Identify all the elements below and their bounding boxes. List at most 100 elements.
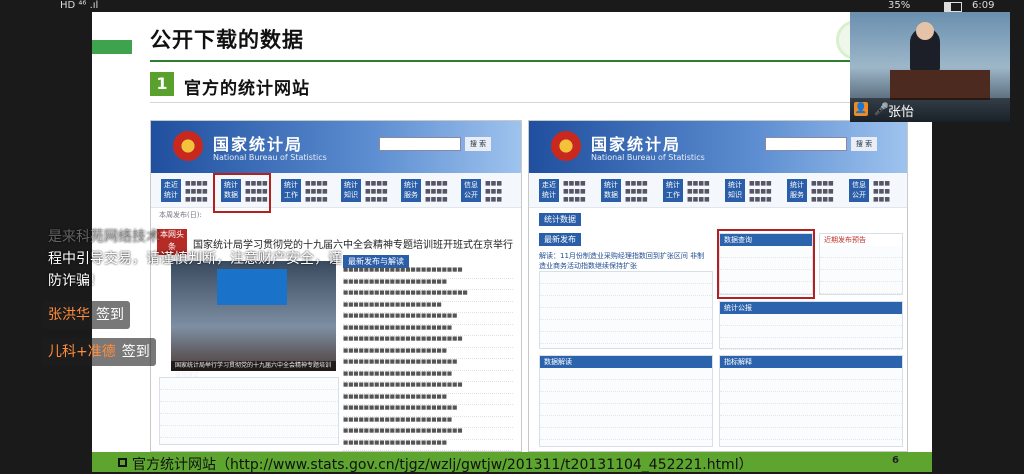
nav-sublinks: ■■■■ ■■■■ ■■■■ (305, 180, 328, 203)
list-item (540, 320, 712, 332)
title-divider (150, 60, 910, 62)
nav-sublinks: ■■■■ ■■■■ ■■■■ (425, 180, 448, 203)
site-name-en: National Bureau of Statistics (591, 153, 705, 162)
checkbox-bullet-icon (118, 458, 127, 467)
list-item (720, 392, 902, 404)
recent-release-title: 近期发布预告 (820, 234, 902, 246)
list-item (540, 332, 712, 344)
battery-level (945, 3, 951, 11)
presenter-name: 张怡 (888, 105, 915, 120)
clock: 6:09 (972, 0, 995, 11)
list-item (820, 246, 902, 258)
national-emblem-icon (551, 131, 581, 161)
list-item (160, 414, 338, 426)
tab-stats-data: 统计数据 (539, 213, 581, 226)
list-item: ■■■■■■■■■■■■■■■■■■■■■ (343, 371, 513, 382)
list-item (720, 314, 902, 326)
nav-item: 信息公开 (849, 179, 869, 202)
list-item: ■■■■■■■■■■■■■■■■■■■■■■■ (343, 428, 513, 440)
video-name-bar: 👤 🎤 张怡 (850, 98, 1010, 122)
nav-item: 信息公开 (461, 179, 481, 202)
data-interp-panel: 数据解读 (539, 355, 713, 447)
nav-item: 统计服务 (787, 179, 807, 202)
nav-sublinks: ■■■■ ■■■■ ■■■■ (365, 180, 388, 203)
list-item (720, 440, 902, 451)
battery-icon (944, 2, 962, 12)
left-news-list (159, 377, 339, 445)
list-item: ■■■■■■■■■■■■■■■■■■■■ (343, 279, 513, 290)
chat-user: 儿科+准德 (48, 344, 116, 360)
release-list (539, 271, 713, 349)
list-item (540, 392, 712, 404)
presentation-slide: 公开下载的数据 1 官方的统计网站 国家统计局 National Bureau … (92, 12, 932, 472)
chat-user: 张洪华 (48, 307, 90, 323)
list-item (540, 284, 712, 296)
list-item: ■■■■■■■■■■■■■■■■■■■■■■ (343, 405, 513, 417)
list-item (160, 378, 338, 390)
chat-chip: 张洪华 签到 (42, 301, 130, 329)
list-item (720, 428, 902, 440)
nav-sublinks: ■■■■ ■■■■ ■■■■ (625, 180, 648, 203)
nav-item: 统计知识 (341, 179, 361, 202)
nav-item: 统计服务 (401, 179, 421, 202)
search-button: 搜 索 (465, 137, 491, 151)
recent-release-panel: 近期发布预告 (819, 233, 903, 295)
list-item: ■■■■■■■■■■■■■■■■■■■■ (343, 440, 513, 451)
list-item: ■■■■■■■■■■■■■■■■■■■■■ (343, 325, 513, 336)
list-item (540, 428, 712, 440)
list-item: ■■■■■■■■■■■■■■■■■■■■ (343, 348, 513, 359)
nav-sublinks: ■■■ ■■■ ■■■ (485, 180, 503, 203)
chat-msg: 签到 (96, 307, 124, 323)
nav-sublinks: ■■■ ■■■ ■■■ (873, 180, 891, 203)
site-nav: 走近统计 ■■■■ ■■■■ ■■■■ 统计数据 ■■■■ ■■■■ ■■■■ 统计工作… (151, 173, 521, 208)
nbs-homepage-screenshot: 国家统计局 National Bureau of Statistics 搜 索 … (150, 120, 522, 452)
nav-item: 统计工作 (281, 179, 301, 202)
list-item (160, 390, 338, 402)
photo-caption: 国家统计局举行学习贯彻党的十九届六中全会精神专题培训班开班式 (171, 361, 336, 379)
nav-item: 统计工作 (663, 179, 683, 202)
search-input (379, 137, 461, 151)
nav-sublinks: ■■■■ ■■■■ ■■■■ (563, 180, 586, 203)
photo-screen (217, 269, 287, 305)
danmaku-line: 是来科苑网络技术 (48, 229, 160, 245)
presenter-video[interactable]: 👤 🎤 张怡 (850, 12, 1010, 122)
lead-item: 解读：11月份制造业采购经理指数回到扩张区间 非制造业商务活动指数继续保持扩张 (539, 252, 705, 270)
list-item (540, 416, 712, 428)
site-banner: 国家统计局 National Bureau of Statistics 搜 索 (151, 121, 521, 173)
list-item (540, 368, 712, 380)
list-item (540, 308, 712, 320)
site-nav: 走近统计 ■■■■ ■■■■ ■■■■ 统计数据 ■■■■ ■■■■ ■■■■ 统计工作… (529, 173, 907, 208)
list-item (720, 368, 902, 380)
list-item (540, 380, 712, 392)
latest-release-tag: 最新发布 (539, 233, 581, 246)
list-item (540, 404, 712, 416)
nbs-data-page-screenshot: 国家统计局 National Bureau of Statistics 搜 索 … (528, 120, 908, 452)
nav-sublinks: ■■■■ ■■■■ ■■■■ (185, 180, 208, 203)
list-item: ■■■■■■■■■■■■■■■■■■■■■■■ (343, 336, 513, 348)
list-item (820, 282, 902, 294)
national-emblem-icon (173, 131, 203, 161)
chat-chip: 儿科+准德 签到 (42, 338, 156, 366)
list-item: ■■■■■■■■■■■■■■■■■■■■■■■ (343, 382, 513, 394)
search-input (765, 137, 847, 151)
nav-item: 统计数据 (601, 179, 621, 202)
list-item (540, 272, 712, 284)
stats-bulletin-title: 统计公报 (720, 302, 902, 314)
nav-item: 走近统计 (161, 179, 181, 202)
signal-icon: HD ⁴⁶ .ıl (60, 0, 99, 11)
site-banner: 国家统计局 National Bureau of Statistics 搜 索 (529, 121, 907, 173)
user-icon: 👤 (854, 102, 868, 116)
title-accent-bar (92, 40, 132, 54)
podium (890, 70, 990, 100)
indicator-title: 指标解释 (720, 356, 902, 368)
source-url[interactable]: 官方统计网站（http://www.stats.gov.cn/tjgz/wzlj… (132, 454, 753, 474)
section-divider (150, 102, 910, 103)
list-item (720, 416, 902, 428)
list-item: ■■■■■■■■■■■■■■■■■■■■■■ (343, 313, 513, 325)
microphone-icon: 🎤 (874, 102, 889, 116)
nav-sublinks: ■■■■ ■■■■ ■■■■ (749, 180, 772, 203)
list-item (720, 380, 902, 392)
stats-bulletin-panel: 统计公报 (719, 301, 903, 350)
list-item (720, 404, 902, 416)
section-title: 官方的统计网站 (184, 79, 310, 99)
